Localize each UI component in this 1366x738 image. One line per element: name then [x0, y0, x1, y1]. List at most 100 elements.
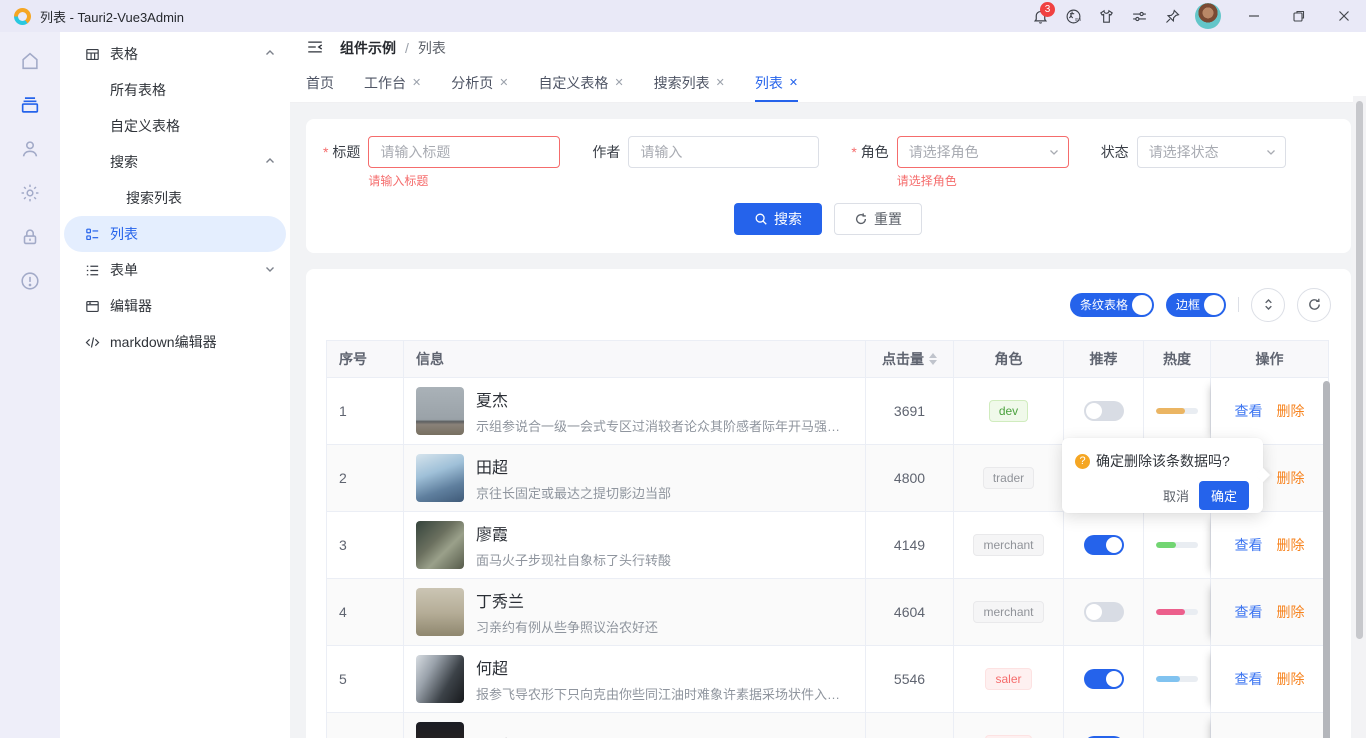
table-refresh-button[interactable] — [1297, 288, 1331, 322]
language-button[interactable]: En — [1057, 0, 1090, 32]
row-title: 丁秀兰 — [476, 588, 658, 612]
view-link[interactable]: 查看 — [1235, 401, 1263, 421]
minimize-button[interactable] — [1231, 0, 1276, 32]
close-button[interactable] — [1321, 0, 1366, 32]
list-icon — [84, 226, 101, 243]
search-button[interactable]: 搜索 — [734, 203, 822, 235]
delete-link[interactable]: 删除 — [1277, 535, 1305, 555]
view-link[interactable]: 查看 — [1235, 535, 1263, 555]
status-select[interactable]: 请选择状态 — [1137, 136, 1286, 168]
breadcrumb-section[interactable]: 组件示例 — [340, 38, 396, 58]
question-icon: ? — [1075, 454, 1090, 469]
heat-progress — [1156, 408, 1198, 414]
delete-link[interactable]: 删除 — [1277, 401, 1305, 421]
author-form-item: 作者 — [592, 136, 819, 168]
table-scrollbar-thumb[interactable] — [1323, 381, 1330, 738]
col-index: 序号 — [327, 341, 404, 378]
recommend-toggle[interactable] — [1084, 535, 1124, 555]
delete-link[interactable]: 删除 — [1277, 669, 1305, 689]
role-form-item: 角色 请选择角色 请选择角色 — [851, 136, 1068, 168]
tab-close-icon[interactable]: ✕ — [789, 78, 798, 89]
language-icon: En — [1065, 8, 1082, 25]
title-error: 请输入标题 — [368, 172, 428, 189]
rail-item-lock[interactable] — [10, 217, 50, 257]
view-link[interactable]: 查看 — [1235, 602, 1263, 622]
code-icon — [84, 334, 101, 351]
minimize-icon — [1248, 10, 1260, 22]
rail-item-settings[interactable] — [10, 173, 50, 213]
recommend-toggle[interactable] — [1084, 401, 1124, 421]
sort-icon[interactable] — [929, 353, 937, 365]
row-clicks: 5546 — [894, 671, 925, 687]
rail-item-components[interactable] — [10, 85, 50, 125]
sidebar-item-tables-group[interactable]: 表格 — [60, 36, 290, 72]
recommend-toggle[interactable] — [1084, 669, 1124, 689]
role-tag: merchant — [973, 601, 1043, 623]
app-logo-icon — [14, 8, 31, 25]
sidebar-item-all-tables[interactable]: 所有表格 — [60, 72, 290, 108]
row-clicks: 3691 — [894, 403, 925, 419]
role-tag: trader — [983, 467, 1034, 489]
author-input[interactable] — [628, 136, 819, 168]
sidebar-item-custom-table[interactable]: 自定义表格 — [60, 108, 290, 144]
sidebar-item-list[interactable]: 列表 — [64, 216, 286, 252]
heat-progress — [1156, 676, 1198, 682]
chevron-up-icon — [264, 46, 276, 62]
delete-link[interactable]: 删除 — [1277, 468, 1305, 488]
tab-close-icon[interactable]: ✕ — [499, 78, 508, 89]
sliders-icon — [1131, 8, 1148, 25]
theme-button[interactable] — [1090, 0, 1123, 32]
menu-fold-icon[interactable] — [306, 38, 326, 58]
tab-analysis[interactable]: 分析页✕ — [451, 64, 508, 102]
border-toggle[interactable]: 边框 — [1166, 293, 1226, 317]
col-actions: 操作 — [1211, 341, 1328, 378]
row-index: 1 — [339, 403, 347, 419]
row-index: 3 — [339, 537, 347, 553]
tab-home[interactable]: 首页 — [306, 64, 334, 102]
role-select[interactable]: 请选择角色 — [897, 136, 1069, 168]
popover-cancel-button[interactable]: 取消 — [1163, 486, 1189, 505]
sidebar-item-form-group[interactable]: 表单 — [60, 252, 290, 288]
rail-item-about[interactable] — [10, 261, 50, 301]
titlebar: 列表 - Tauri2-Vue3Admin 3 En — [0, 0, 1366, 32]
delete-confirm-popover: ? 确定删除该条数据吗? 取消 确定 — [1062, 438, 1263, 513]
title-input[interactable] — [368, 136, 560, 168]
col-heat: 热度 — [1144, 341, 1211, 378]
tab-close-icon[interactable]: ✕ — [412, 78, 421, 89]
view-link[interactable]: 查看 — [1235, 669, 1263, 689]
tab-close-icon[interactable]: ✕ — [716, 78, 725, 89]
breadcrumb-separator: / — [405, 40, 409, 56]
page-scrollbar-thumb[interactable] — [1356, 101, 1363, 639]
lock-icon — [19, 226, 41, 248]
sidebar-item-search-group[interactable]: 搜索 — [60, 144, 290, 180]
tab-list[interactable]: 列表✕ — [755, 64, 798, 102]
delete-link[interactable]: 删除 — [1277, 602, 1305, 622]
striped-table-toggle[interactable]: 条纹表格 — [1070, 293, 1154, 317]
row-title: 邵刚 — [476, 732, 508, 738]
notifications-button[interactable]: 3 — [1024, 0, 1057, 32]
tab-close-icon[interactable]: ✕ — [614, 78, 623, 89]
pin-button[interactable] — [1156, 0, 1189, 32]
chevron-down-icon — [264, 262, 276, 278]
table-toolbar: 条纹表格 边框 — [306, 269, 1351, 340]
page-scrollbar-track[interactable] — [1353, 96, 1366, 738]
sidebar-item-editor[interactable]: 编辑器 — [60, 288, 290, 324]
rail-item-user[interactable] — [10, 129, 50, 169]
sidebar-item-markdown-editor[interactable]: markdown编辑器 — [60, 324, 290, 360]
col-clicks[interactable]: 点击量 — [866, 341, 954, 378]
sidebar-item-search-list[interactable]: 搜索列表 — [60, 180, 290, 216]
recommend-toggle[interactable] — [1084, 602, 1124, 622]
maximize-button[interactable] — [1276, 0, 1321, 32]
layout-settings-button[interactable] — [1123, 0, 1156, 32]
row-image — [416, 655, 464, 703]
tab-custom-table[interactable]: 自定义表格✕ — [538, 64, 623, 102]
user-avatar[interactable] — [1195, 3, 1221, 29]
table-size-button[interactable] — [1251, 288, 1285, 322]
tab-search-list[interactable]: 搜索列表✕ — [654, 64, 725, 102]
archive-icon — [19, 94, 41, 116]
popover-confirm-button[interactable]: 确定 — [1199, 481, 1249, 510]
rail-item-home[interactable] — [10, 41, 50, 81]
tab-workbench[interactable]: 工作台✕ — [364, 64, 421, 102]
reset-button[interactable]: 重置 — [834, 203, 922, 235]
title-form-item: 标题 请输入标题 — [323, 136, 560, 168]
